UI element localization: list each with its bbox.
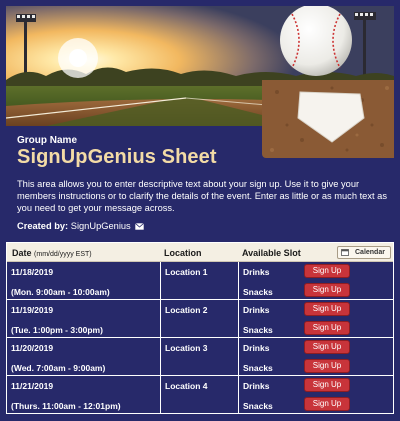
table-row: 11/19/2019 (Tue. 1:00pm - 3:00pm) Location… xyxy=(7,300,393,338)
slot-name: Drinks xyxy=(243,305,270,315)
home-plate-image xyxy=(262,80,394,158)
slot-name: Snacks xyxy=(243,363,273,373)
sign-up-button[interactable]: Sign Up xyxy=(304,340,350,354)
slot-date: 11/21/2019 xyxy=(11,381,54,391)
column-header-location: Location xyxy=(164,248,202,258)
signup-sheet: Group Name SignUpGenius Sheet This area … xyxy=(0,0,400,421)
table-row: 11/18/2019 (Mon. 9:00am - 10:00am) Locatio… xyxy=(7,262,393,300)
slot-date: 11/18/2019 xyxy=(11,267,54,277)
slot-location: Location 2 xyxy=(165,305,208,315)
page-title: SignUpGenius Sheet xyxy=(17,146,217,168)
signup-table: Date (mm/dd/yyyy EST) Location Available… xyxy=(6,242,394,414)
column-header-slot: Available Slot xyxy=(242,248,301,258)
sign-up-button[interactable]: Sign Up xyxy=(304,264,350,278)
slot-time: (Tue. 1:00pm - 3:00pm) xyxy=(11,325,103,335)
slot-name: Snacks xyxy=(243,401,273,411)
group-name-label: Group Name xyxy=(17,135,78,146)
table-row: 11/20/2019 (Wed. 7:00am - 9:00am) Location… xyxy=(7,338,393,376)
slot-location: Location 4 xyxy=(165,381,208,391)
slot-name: Snacks xyxy=(243,287,273,297)
slot-name: Drinks xyxy=(243,343,270,353)
slot-name: Drinks xyxy=(243,267,270,277)
column-divider xyxy=(238,376,239,414)
calendar-button-label: Calendar xyxy=(355,249,385,256)
calendar-button[interactable]: Calendar xyxy=(337,246,391,259)
sign-up-button[interactable]: Sign Up xyxy=(304,378,350,392)
sign-up-button[interactable]: Sign Up xyxy=(304,397,350,411)
column-divider xyxy=(160,262,161,299)
column-divider xyxy=(238,262,239,299)
slot-date: 11/20/2019 xyxy=(11,343,54,353)
column-divider xyxy=(160,300,161,337)
creator-name: SignUpGenius xyxy=(70,221,131,231)
envelope-icon[interactable] xyxy=(135,223,145,230)
sign-up-button[interactable]: Sign Up xyxy=(304,302,350,316)
sign-up-button[interactable]: Sign Up xyxy=(304,283,350,297)
column-divider xyxy=(160,338,161,375)
sign-up-button[interactable]: Sign Up xyxy=(304,321,350,335)
date-format-hint: (mm/dd/yyyy EST) xyxy=(34,251,92,258)
slot-name: Drinks xyxy=(243,381,270,391)
slot-location: Location 3 xyxy=(165,343,208,353)
slot-time: (Mon. 9:00am - 10:00am) xyxy=(11,287,110,297)
calendar-icon xyxy=(341,249,349,256)
slot-time: (Thurs. 11:00am - 12:01pm) xyxy=(11,401,121,411)
column-divider xyxy=(160,376,161,414)
created-by: Created by: SignUpGenius xyxy=(17,221,145,231)
column-date-label: Date xyxy=(12,248,32,258)
column-divider xyxy=(238,300,239,337)
table-row: 11/21/2019 (Thurs. 11:00am - 12:01pm) Loca… xyxy=(7,376,393,414)
slot-location: Location 1 xyxy=(165,267,208,277)
slot-time: (Wed. 7:00am - 9:00am) xyxy=(11,363,106,373)
column-divider xyxy=(238,338,239,375)
column-header-date: Date (mm/dd/yyyy EST) xyxy=(12,248,92,258)
slot-name: Snacks xyxy=(243,325,273,335)
slot-date: 11/19/2019 xyxy=(11,305,54,315)
sign-up-button[interactable]: Sign Up xyxy=(304,359,350,373)
created-by-label: Created by: xyxy=(17,221,69,231)
sheet-description: This area allows you to enter descriptiv… xyxy=(17,179,387,213)
table-header: Date (mm/dd/yyyy EST) Location Available… xyxy=(7,243,393,262)
